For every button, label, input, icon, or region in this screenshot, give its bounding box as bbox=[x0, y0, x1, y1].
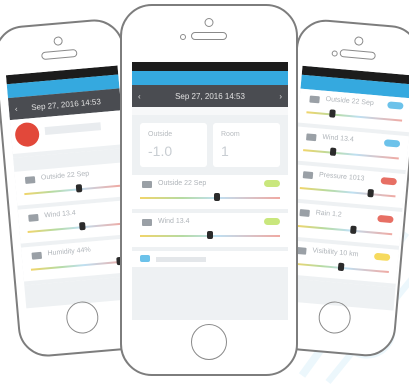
status-pill bbox=[264, 180, 280, 187]
left-row-list: Outside 22 Sep Wind 13.4 Humidity 44% bbox=[14, 162, 136, 286]
outside-card[interactable]: Outside -1.0 bbox=[140, 123, 207, 167]
sensor-icon bbox=[31, 251, 43, 260]
sensor-icon bbox=[299, 209, 310, 217]
footer-row[interactable] bbox=[132, 251, 288, 267]
sensor-icon bbox=[309, 95, 320, 104]
sensor-label: Wind 13.4 bbox=[44, 209, 77, 220]
alert-text-placeholder bbox=[44, 122, 102, 136]
slider-track[interactable] bbox=[296, 224, 393, 236]
sensor-label: Rain 1.2 bbox=[315, 209, 342, 219]
slider-knob[interactable] bbox=[328, 109, 336, 118]
camera-icon bbox=[204, 18, 214, 27]
status-pill bbox=[387, 101, 404, 110]
right-row-list: Outside 22 Sep Wind 13.4 Pressure 1013 Rain… bbox=[283, 88, 409, 288]
status-pill bbox=[373, 252, 391, 262]
slider-track[interactable] bbox=[306, 111, 403, 122]
card-label: Outside bbox=[148, 131, 173, 138]
sensor-label: Pressure 1013 bbox=[318, 171, 365, 183]
footer-icon bbox=[140, 255, 150, 262]
forward-arrow-icon[interactable]: › bbox=[279, 92, 282, 101]
back-arrow-icon[interactable]: ‹ bbox=[138, 92, 141, 101]
slider-knob[interactable] bbox=[75, 184, 83, 193]
slider-knob[interactable] bbox=[213, 193, 220, 201]
speaker-grille bbox=[339, 48, 376, 61]
sensor-icon bbox=[28, 213, 39, 222]
footer-text-placeholder bbox=[156, 257, 206, 262]
sensor-icon bbox=[302, 171, 314, 180]
center-row-list: Outside 22 Sep Wind 13.4 bbox=[132, 175, 288, 251]
date-label: Sep 27, 2016 14:53 bbox=[175, 91, 245, 101]
sensor-row[interactable]: Wind 13.4 bbox=[132, 213, 288, 251]
sensor-label: Outside 22 Sep bbox=[158, 180, 207, 187]
alert-icon bbox=[14, 121, 41, 148]
sensor-label: Outside 22 Sep bbox=[325, 95, 375, 108]
slider-track[interactable] bbox=[140, 197, 280, 199]
slider-knob[interactable] bbox=[79, 221, 86, 231]
status-pill bbox=[383, 139, 401, 148]
sensor-icon bbox=[24, 176, 36, 184]
slider-knob[interactable] bbox=[329, 147, 337, 156]
card-value: -1.0 bbox=[148, 143, 173, 159]
sensor-label: Outside 22 Sep bbox=[40, 170, 90, 182]
status-pill bbox=[264, 218, 280, 225]
sensor-label: Visibility 10 km bbox=[312, 247, 359, 259]
center-screen: ‹ Sep 27, 2016 14:53 › Outside -1.0 Room… bbox=[132, 62, 288, 320]
sensor-icon bbox=[142, 181, 152, 188]
info-strip bbox=[132, 107, 288, 115]
status-pill bbox=[377, 214, 394, 224]
right-screen: Outside 22 Sep Wind 13.4 Pressure 1013 Rain… bbox=[281, 65, 409, 311]
app-bar bbox=[132, 71, 288, 85]
slider-track[interactable] bbox=[299, 186, 396, 198]
slider-knob[interactable] bbox=[207, 231, 213, 239]
sensor-row[interactable]: Outside 22 Sep bbox=[132, 175, 288, 213]
slider-track[interactable] bbox=[30, 260, 127, 271]
date-bar: ‹ Sep 27, 2016 14:53 › bbox=[132, 85, 288, 107]
slider-track[interactable] bbox=[24, 184, 121, 196]
sensor-dot bbox=[180, 34, 186, 40]
status-pill bbox=[380, 177, 398, 186]
slider-knob[interactable] bbox=[366, 188, 374, 198]
slider-track[interactable] bbox=[303, 149, 399, 160]
sensor-label: Wind 13.4 bbox=[322, 133, 355, 144]
sensor-icon bbox=[306, 133, 317, 142]
slider-knob[interactable] bbox=[350, 225, 357, 235]
home-button[interactable] bbox=[64, 300, 100, 335]
slider-track[interactable] bbox=[27, 222, 124, 233]
camera-icon bbox=[353, 36, 364, 46]
sensor-label: Wind 13.4 bbox=[158, 218, 190, 225]
left-screen: ‹ Sep 27, 2016 14:53 Outside 22 Sep Wind … bbox=[5, 65, 138, 309]
date-label: Sep 27, 2016 14:53 bbox=[30, 96, 102, 112]
sensor-label: Humidity 44% bbox=[47, 246, 91, 258]
slider-knob[interactable] bbox=[337, 262, 345, 272]
sensor-icon bbox=[142, 219, 152, 226]
card-value: 1 bbox=[221, 143, 229, 159]
speaker-grille bbox=[41, 48, 78, 61]
back-arrow-icon[interactable]: ‹ bbox=[14, 104, 17, 113]
room-card[interactable]: Room 1 bbox=[213, 123, 280, 167]
home-button[interactable] bbox=[191, 324, 227, 360]
phone-center: ‹ Sep 27, 2016 14:53 › Outside -1.0 Room… bbox=[120, 4, 298, 376]
sensor-dot bbox=[331, 50, 338, 57]
card-label: Room bbox=[221, 131, 240, 138]
speaker-grille bbox=[191, 32, 227, 40]
status-bar bbox=[132, 62, 288, 71]
camera-icon bbox=[53, 36, 64, 46]
readings-cards: Outside -1.0 Room 1 bbox=[132, 115, 288, 175]
